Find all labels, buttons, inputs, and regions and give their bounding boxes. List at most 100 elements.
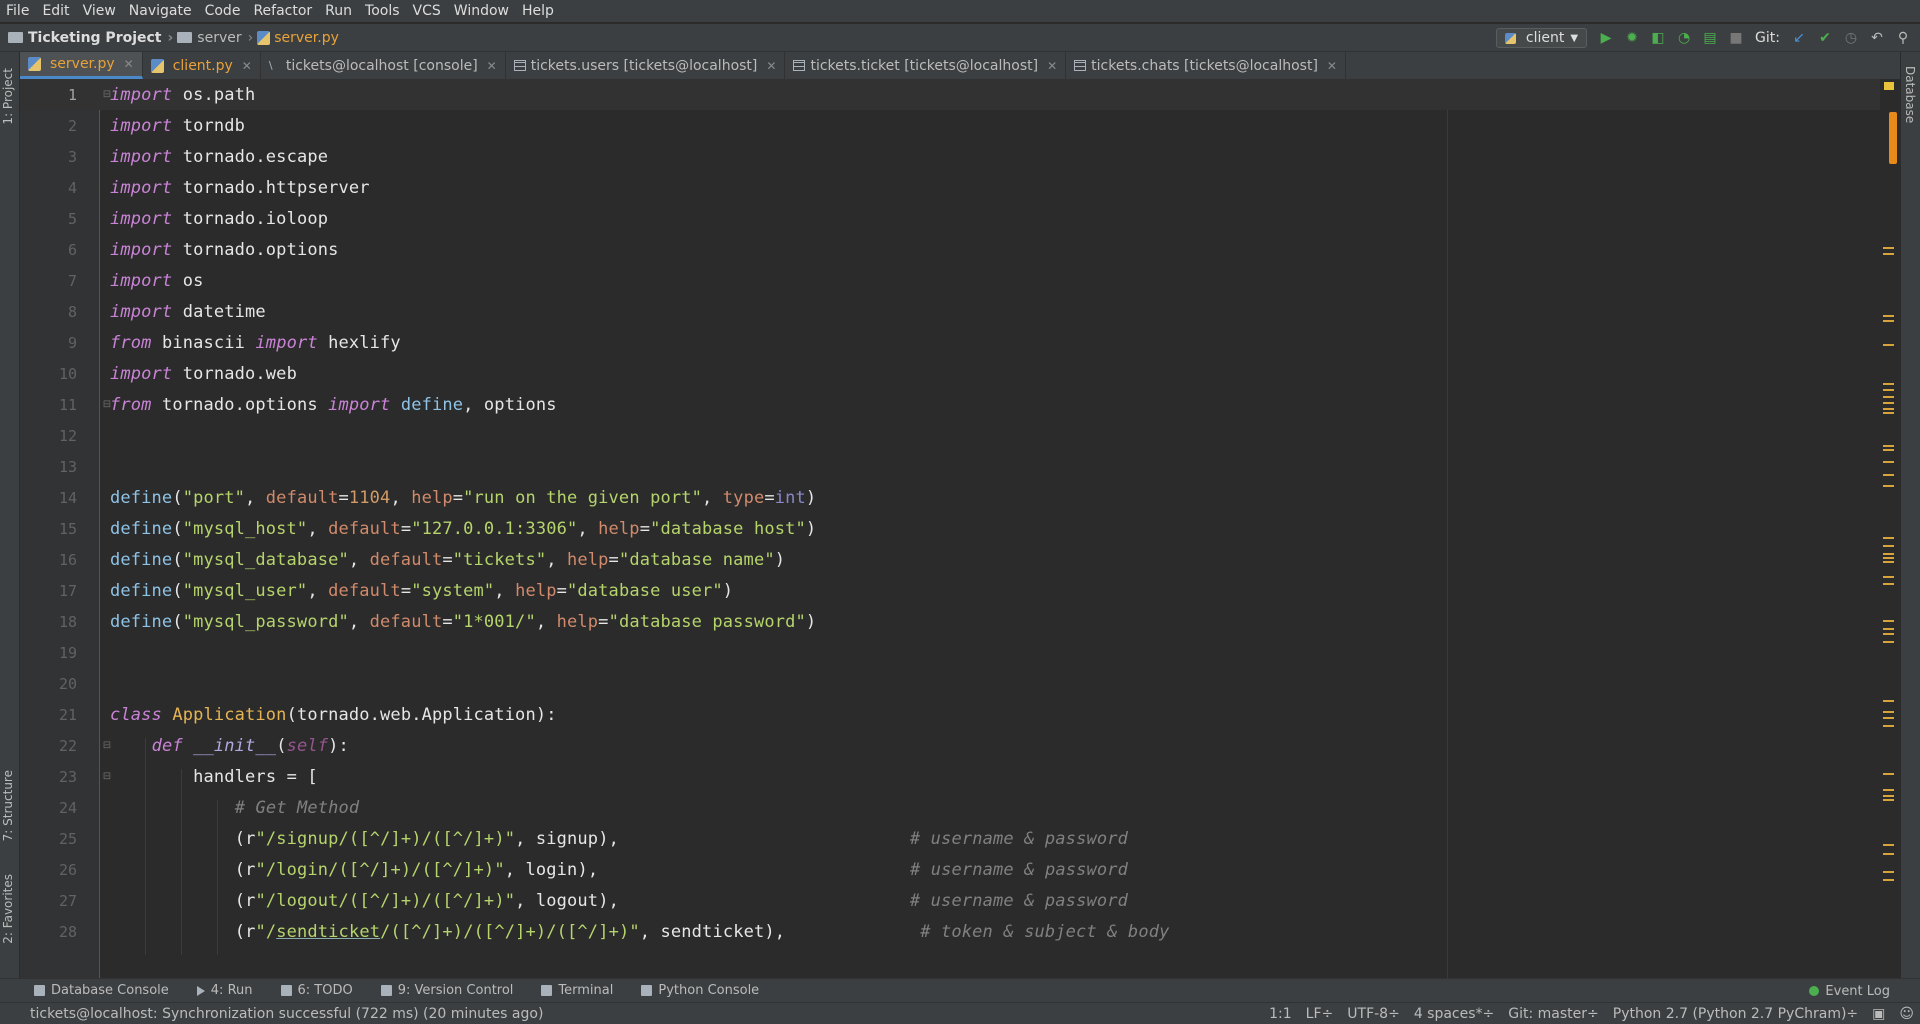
project-tool-button[interactable]: 1: Project	[1, 68, 15, 125]
tab-tickets-ticket[interactable]: tickets.ticket [tickets@localhost] ✕	[785, 52, 1067, 79]
code-line[interactable]: 20	[20, 668, 1880, 699]
breadcrumb-project[interactable]: Ticketing Project ›	[0, 30, 177, 46]
close-icon[interactable]: ✕	[766, 59, 776, 73]
warning-marker[interactable]	[1883, 583, 1894, 585]
warning-marker[interactable]	[1883, 628, 1894, 630]
structure-tool-button[interactable]: 7: Structure	[1, 770, 15, 841]
close-icon[interactable]: ✕	[1047, 59, 1057, 73]
code-line[interactable]: 9 from binascii import hexlify	[20, 327, 1880, 358]
terminal-tool-button[interactable]: Terminal	[527, 983, 627, 998]
profile-icon[interactable]: ◔	[1677, 31, 1691, 45]
event-log-tool-button[interactable]: Event Log	[1809, 979, 1890, 1003]
run-configuration-select[interactable]: client ▼	[1495, 28, 1588, 48]
code-line[interactable]: 2 import torndb	[20, 110, 1880, 141]
indent-widget[interactable]: 4 spaces*÷	[1414, 1006, 1494, 1022]
code-line[interactable]: 16 define("mysql_database", default="tick…	[20, 544, 1880, 575]
warning-marker[interactable]	[1883, 799, 1894, 801]
warning-marker[interactable]	[1883, 396, 1894, 398]
code-line[interactable]: 22 ⊟ def __init__(self):	[20, 730, 1880, 761]
breadcrumb-folder[interactable]: server ›	[177, 30, 257, 46]
code-line[interactable]: 4 import tornado.httpserver	[20, 172, 1880, 203]
database-console-tool-button[interactable]: Database Console	[0, 983, 183, 998]
vcs-commit-icon[interactable]: ✔	[1818, 31, 1832, 45]
warning-marker[interactable]	[1883, 561, 1894, 563]
close-icon[interactable]: ✕	[124, 57, 134, 71]
warning-marker[interactable]	[1883, 773, 1894, 775]
caret-position[interactable]: 1:1	[1269, 1006, 1292, 1022]
warning-marker[interactable]	[1883, 445, 1894, 447]
debug-icon[interactable]: ✹	[1625, 31, 1639, 45]
menu-run[interactable]: Run	[319, 3, 359, 19]
menu-navigate[interactable]: Navigate	[123, 3, 199, 19]
warning-marker[interactable]	[1883, 315, 1894, 317]
menu-file[interactable]: File	[0, 3, 36, 19]
code-line[interactable]: 6 import tornado.options	[20, 234, 1880, 265]
menu-vcs[interactable]: VCS	[407, 3, 448, 19]
run-tool-button[interactable]: 4: Run	[183, 983, 267, 998]
tab-server-py[interactable]: server.py ✕	[20, 52, 143, 79]
stop-icon[interactable]: ■	[1729, 31, 1743, 45]
warning-marker[interactable]	[1883, 879, 1894, 881]
code-line[interactable]: 15 define("mysql_host", default="127.0.0.…	[20, 513, 1880, 544]
warning-marker[interactable]	[1883, 389, 1894, 391]
close-icon[interactable]: ✕	[1327, 59, 1337, 73]
warning-marker[interactable]	[1883, 853, 1894, 855]
code-editor[interactable]: 1 ⊟ import os.path 2 import torndb 3 import to…	[20, 79, 1900, 978]
warning-marker[interactable]	[1883, 844, 1894, 846]
warning-marker[interactable]	[1883, 537, 1894, 539]
code-line[interactable]: 28 (r"/sendticket/([^/]+)/([^/]+)/([^/]+…	[20, 916, 1880, 947]
tab-console[interactable]: \ tickets@localhost [console] ✕	[261, 52, 506, 79]
interpreter-widget[interactable]: Python 2.7 (Python 2.7 PyChram)÷	[1613, 1006, 1858, 1022]
warning-marker[interactable]	[1883, 383, 1894, 385]
vcs-history-icon[interactable]: ◷	[1844, 31, 1858, 45]
run-with-coverage-icon[interactable]: ◧	[1651, 31, 1665, 45]
code-line[interactable]: 12	[20, 420, 1880, 451]
tab-tickets-chats[interactable]: tickets.chats [tickets@localhost] ✕	[1066, 52, 1346, 79]
warning-marker[interactable]	[1883, 545, 1894, 547]
encoding-widget[interactable]: UTF-8÷	[1347, 1006, 1400, 1022]
warning-marker[interactable]	[1883, 449, 1894, 451]
warning-marker[interactable]	[1883, 344, 1894, 346]
warning-marker[interactable]	[1883, 402, 1894, 404]
menu-window[interactable]: Window	[448, 3, 516, 19]
warning-marker[interactable]	[1883, 320, 1894, 322]
warning-marker[interactable]	[1883, 408, 1894, 410]
search-everywhere-icon[interactable]: ⚲	[1896, 31, 1910, 45]
status-message[interactable]: tickets@localhost: Synchronization succe…	[0, 1006, 543, 1022]
menu-help[interactable]: Help	[516, 3, 561, 19]
vcs-revert-icon[interactable]: ↶	[1870, 31, 1884, 45]
menu-tools[interactable]: Tools	[359, 3, 407, 19]
code-line[interactable]: 10 import tornado.web	[20, 358, 1880, 389]
warning-marker[interactable]	[1883, 700, 1894, 702]
warning-marker[interactable]	[1883, 641, 1894, 643]
editor-scrollbar-thumb[interactable]	[1889, 112, 1897, 164]
vcs-update-icon[interactable]: ↙	[1792, 31, 1806, 45]
warning-marker[interactable]	[1883, 717, 1894, 719]
warning-marker[interactable]	[1883, 247, 1894, 249]
git-branch-widget[interactable]: Git: master÷	[1508, 1006, 1599, 1022]
warning-marker[interactable]	[1883, 553, 1894, 555]
todo-tool-button[interactable]: 6: TODO	[267, 983, 367, 998]
menu-view[interactable]: View	[77, 3, 123, 19]
warning-marker[interactable]	[1883, 485, 1894, 487]
code-line[interactable]: 1 ⊟ import os.path	[20, 79, 1880, 110]
version-control-tool-button[interactable]: 9: Version Control	[367, 983, 528, 998]
tab-tickets-users[interactable]: tickets.users [tickets@localhost] ✕	[506, 52, 786, 79]
hector-icon[interactable]: ☺	[1899, 1006, 1914, 1022]
warning-marker[interactable]	[1883, 576, 1894, 578]
warning-marker[interactable]	[1883, 412, 1894, 414]
warning-marker[interactable]	[1883, 557, 1894, 559]
warning-marker[interactable]	[1883, 711, 1894, 713]
inspection-status-icon[interactable]	[1884, 82, 1894, 90]
code-line[interactable]: 18 define("mysql_password", default="1*00…	[20, 606, 1880, 637]
menu-edit[interactable]: Edit	[36, 3, 76, 19]
database-tool-button[interactable]: Database	[1903, 66, 1917, 123]
code-line[interactable]: 23 ⊟ handlers = [	[20, 761, 1880, 792]
close-icon[interactable]: ✕	[487, 59, 497, 73]
code-line[interactable]: 7 import os	[20, 265, 1880, 296]
line-separator-widget[interactable]: LF÷	[1306, 1006, 1334, 1022]
concurrency-diagram-icon[interactable]: ▤	[1703, 31, 1717, 45]
code-line[interactable]: 14 define("port", default=1104, help="run…	[20, 482, 1880, 513]
code-line[interactable]: 17 define("mysql_user", default="system",…	[20, 575, 1880, 606]
code-line[interactable]: 25 (r"/signup/([^/]+)/([^/]+)", signup),…	[20, 823, 1880, 854]
